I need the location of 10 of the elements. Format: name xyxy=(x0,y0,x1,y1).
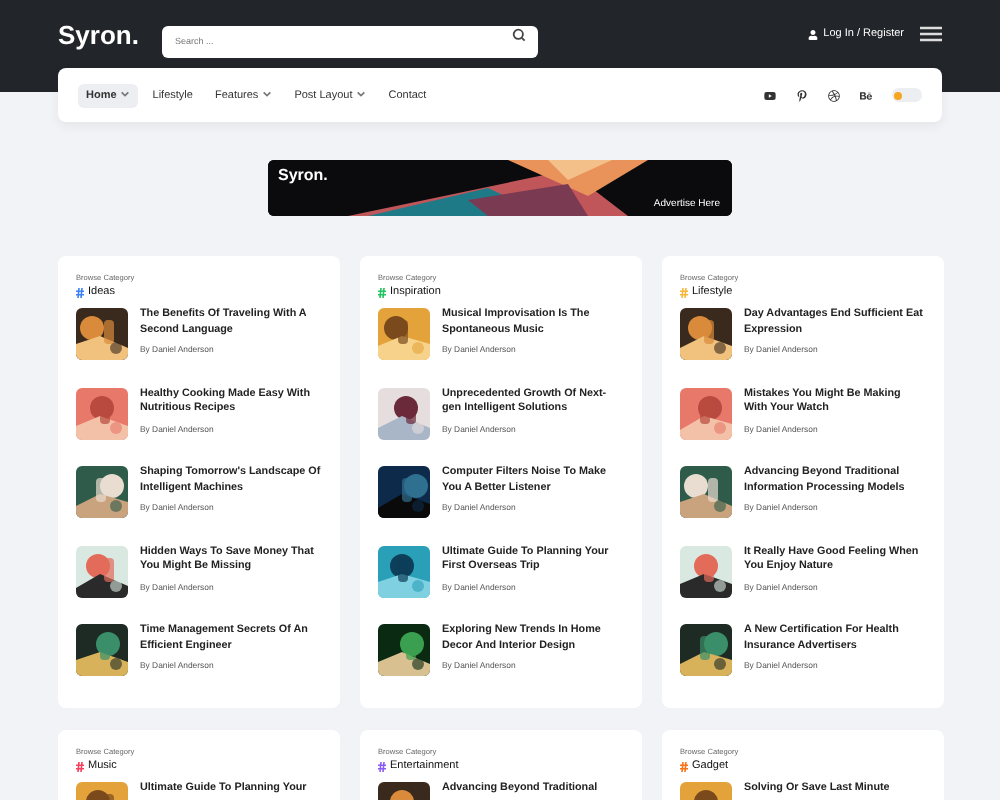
menu-icon[interactable] xyxy=(920,26,942,42)
dribbble-icon[interactable] xyxy=(828,89,840,101)
youtube-icon[interactable] xyxy=(764,89,776,101)
pinterest-icon[interactable] xyxy=(796,89,808,101)
behance-icon[interactable] xyxy=(860,89,872,101)
search-icon[interactable] xyxy=(512,27,527,41)
logo[interactable]: Syron. xyxy=(58,19,139,49)
dark-mode-toggle[interactable] xyxy=(892,88,922,102)
banner-logo: Syron. xyxy=(278,166,328,184)
user-icon xyxy=(807,29,818,39)
